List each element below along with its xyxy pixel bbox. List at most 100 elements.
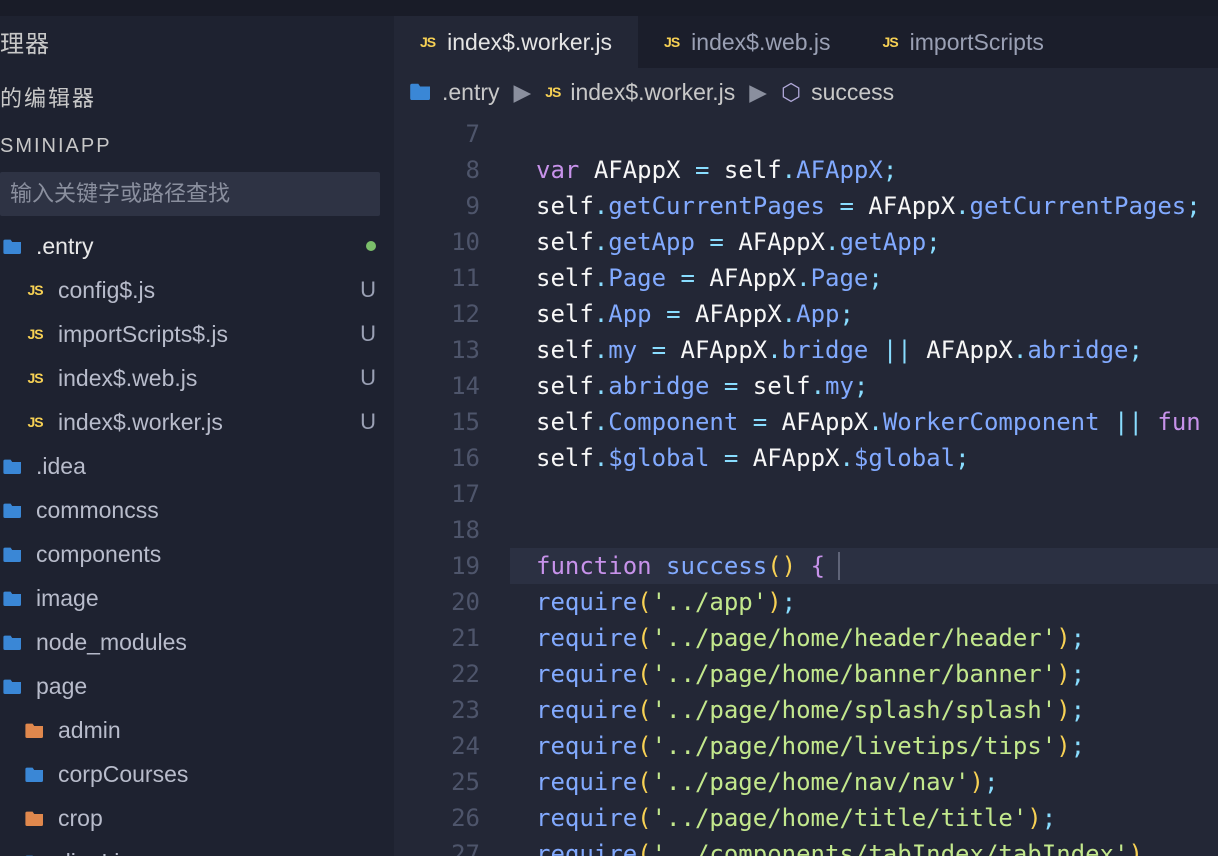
tree-item-label: admin: [58, 717, 376, 744]
code-line[interactable]: self.getApp = AFAppX.getApp;: [510, 224, 1218, 260]
folder-icon: [0, 590, 26, 606]
symbol-icon: ⬡: [781, 79, 801, 106]
editor-pane: JSindex$.worker.jsJSindex$.web.jsJSimpor…: [394, 16, 1218, 856]
code-line[interactable]: [510, 116, 1218, 152]
code-line[interactable]: self.$global = AFAppX.$global;: [510, 440, 1218, 476]
line-number: 17: [394, 476, 480, 512]
code-line[interactable]: [510, 512, 1218, 548]
code-line[interactable]: require('../page/home/banner/banner');: [510, 656, 1218, 692]
folder--idea[interactable]: .idea: [0, 444, 394, 488]
code-line[interactable]: require('../page/home/header/header');: [510, 620, 1218, 656]
line-number: 13: [394, 332, 480, 368]
breadcrumb-label: success: [811, 79, 894, 106]
folder-icon: [0, 458, 26, 474]
code-line[interactable]: require('../components/tabIndex/tabIndex…: [510, 836, 1218, 856]
line-number: 23: [394, 692, 480, 728]
file-config-js[interactable]: JSconfig$.jsU: [0, 268, 394, 312]
tab-label: index$.worker.js: [447, 29, 612, 56]
tab-label: importScripts: [910, 29, 1044, 56]
tree-item-label: dingLive: [58, 849, 376, 856]
code-line[interactable]: require('../page/home/title/title');: [510, 800, 1218, 836]
tree-item-label: components: [36, 541, 376, 568]
line-gutter: 789101112131415161718192021222324252627: [394, 116, 510, 856]
folder-icon: [0, 502, 26, 518]
folder-icon: [0, 634, 26, 650]
git-status-badge: U: [350, 409, 376, 435]
line-number: 9: [394, 188, 480, 224]
folder-image[interactable]: image: [0, 576, 394, 620]
tree-item-label: importScripts$.js: [58, 321, 350, 348]
js-file-icon: JS: [420, 34, 435, 50]
code-line[interactable]: var AFAppX = self.AFAppX;: [510, 152, 1218, 188]
file-index-worker-js[interactable]: JS index$.worker.jsU: [0, 400, 394, 444]
git-status-badge: U: [350, 277, 376, 303]
tab-importScripts[interactable]: JS importScripts: [857, 16, 1070, 68]
line-number: 24: [394, 728, 480, 764]
code-line[interactable]: self.abridge = self.my;: [510, 368, 1218, 404]
folder-dingLive[interactable]: dingLive: [0, 840, 394, 856]
file-importScripts-js[interactable]: JSimportScripts$.jsU: [0, 312, 394, 356]
tree-item-label: config$.js: [58, 277, 350, 304]
tab-bar[interactable]: JS index$.worker.js JSindex$.web.js JS impor…: [394, 16, 1218, 68]
tree-item-label: commoncss: [36, 497, 376, 524]
tree-item-label: corpCourses: [58, 761, 376, 788]
code-line[interactable]: require('../app');: [510, 584, 1218, 620]
tab-index-web-js[interactable]: JSindex$.web.js: [638, 16, 856, 68]
line-number: 25: [394, 764, 480, 800]
folder-icon: [22, 766, 48, 782]
folder--entry[interactable]: .entry: [0, 224, 394, 268]
panel-editors-title[interactable]: 的编辑器: [0, 73, 394, 127]
line-number: 26: [394, 800, 480, 836]
line-number: 12: [394, 296, 480, 332]
line-number: 16: [394, 440, 480, 476]
tree-item-label: crop: [58, 805, 376, 832]
code-line[interactable]: [510, 476, 1218, 512]
git-status-badge: U: [350, 365, 376, 391]
code-line[interactable]: self.getCurrentPages = AFAppX.getCurrent…: [510, 188, 1218, 224]
folder-node-modules[interactable]: node_modules: [0, 620, 394, 664]
code-line[interactable]: require('../page/home/livetips/tips');: [510, 728, 1218, 764]
folder-commoncss[interactable]: commoncss: [0, 488, 394, 532]
folder-crop[interactable]: crop: [0, 796, 394, 840]
line-number: 7: [394, 116, 480, 152]
folder-page[interactable]: page: [0, 664, 394, 708]
code-line[interactable]: self.App = AFAppX.App;: [510, 296, 1218, 332]
code-line[interactable]: self.Component = AFAppX.WorkerComponent …: [510, 404, 1218, 440]
folder-icon: [22, 810, 48, 826]
code-line[interactable]: require('../page/home/splash/splash');: [510, 692, 1218, 728]
line-number: 11: [394, 260, 480, 296]
folder-corpCourses[interactable]: corpCourses: [0, 752, 394, 796]
line-number: 19: [394, 548, 480, 584]
window-titlebar: [0, 0, 1218, 16]
folder-admin[interactable]: admin: [0, 708, 394, 752]
folder-icon: [0, 546, 26, 562]
line-number: 20: [394, 584, 480, 620]
file-index-web-js[interactable]: JSindex$.web.jsU: [0, 356, 394, 400]
code-area[interactable]: 789101112131415161718192021222324252627 …: [394, 116, 1218, 856]
js-file-icon: JS: [545, 84, 560, 100]
folder-components[interactable]: components: [0, 532, 394, 576]
breadcrumb-item[interactable]: ⬡ success: [781, 79, 894, 106]
panel-project-title[interactable]: SMINIAPP: [0, 127, 394, 172]
breadcrumb-item[interactable]: .entry: [410, 79, 500, 106]
breadcrumb[interactable]: .entry▶JSindex$.worker.js▶⬡success: [394, 68, 1218, 116]
search-input[interactable]: [0, 172, 380, 216]
code-line[interactable]: function success() {: [510, 548, 1218, 584]
code-line[interactable]: self.Page = AFAppX.Page;: [510, 260, 1218, 296]
code-line[interactable]: self.my = AFAppX.bridge || AFAppX.abridg…: [510, 332, 1218, 368]
tab-index-worker-js[interactable]: JS index$.worker.js: [394, 16, 638, 68]
js-file-icon: JS: [22, 414, 48, 430]
code-content[interactable]: var AFAppX = self.AFAppX;self.getCurrent…: [510, 116, 1218, 856]
breadcrumb-item[interactable]: JSindex$.worker.js: [545, 79, 735, 106]
sidebar: 理器 的编辑器 SMINIAPP .entryJSconfig$.jsUJSim…: [0, 16, 394, 856]
tree-item-label: .idea: [36, 453, 376, 480]
folder-icon: [0, 238, 26, 254]
tree-item-label: .entry: [36, 233, 366, 260]
code-line[interactable]: require('../page/home/nav/nav');: [510, 764, 1218, 800]
tree-item-label: node_modules: [36, 629, 376, 656]
js-file-icon: JS: [883, 34, 898, 50]
tree-item-label: image: [36, 585, 376, 612]
chevron-right-icon: ▶: [749, 79, 767, 106]
tree-item-label: index$.worker.js: [58, 409, 350, 436]
file-tree[interactable]: .entryJSconfig$.jsUJSimportScripts$.jsUJ…: [0, 224, 394, 856]
